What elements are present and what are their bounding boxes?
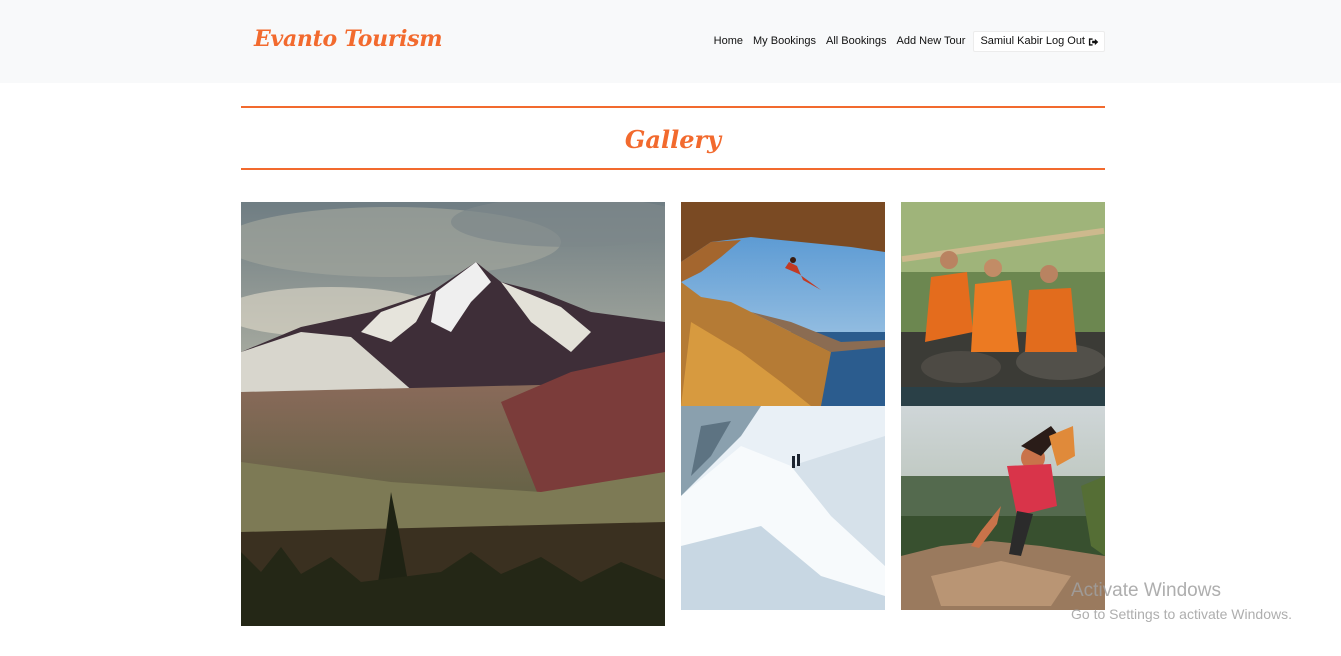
gallery-photo-climber-arch[interactable] — [681, 202, 885, 406]
logout-label: Samiul Kabir Log Out — [980, 35, 1085, 47]
page-title: Gallery — [624, 124, 722, 154]
nav-all-bookings[interactable]: All Bookings — [821, 31, 892, 52]
gallery-photo-mountain[interactable] — [241, 202, 665, 626]
gallery-title-banner: Gallery — [241, 106, 1105, 170]
gallery-photo-snow-ridge[interactable] — [681, 406, 885, 610]
navbar: Evanto Tourism Home My Bookings All Book… — [0, 0, 1341, 83]
activate-windows-watermark: Activate Windows Go to Settings to activ… — [1071, 580, 1292, 624]
logout-button[interactable]: Samiul Kabir Log Out — [973, 31, 1105, 52]
monks-image — [901, 202, 1105, 406]
gallery-photo-monks[interactable] — [901, 202, 1105, 406]
sign-out-icon — [1088, 37, 1099, 46]
climber-arch-image — [681, 202, 885, 406]
mountain-image — [241, 202, 665, 626]
watermark-subtitle: Go to Settings to activate Windows. — [1071, 606, 1292, 622]
nav-my-bookings[interactable]: My Bookings — [748, 31, 821, 52]
watermark-title: Activate Windows — [1071, 580, 1221, 601]
main-nav: Home My Bookings All Bookings Add New To… — [709, 31, 1105, 52]
brand-logo[interactable]: Evanto Tourism — [254, 26, 443, 52]
nav-home[interactable]: Home — [709, 31, 748, 52]
snow-ridge-image — [681, 406, 885, 610]
nav-add-new-tour[interactable]: Add New Tour — [892, 31, 971, 52]
